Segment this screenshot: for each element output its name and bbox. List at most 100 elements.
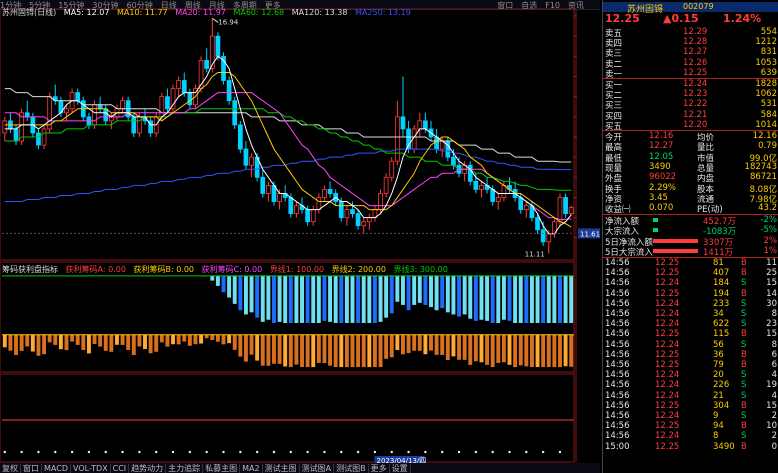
candle	[165, 88, 170, 113]
indicator-tab[interactable]: 更多	[368, 464, 390, 473]
flow-bar	[653, 238, 698, 243]
candle	[523, 201, 529, 218]
tick-volume: 194	[713, 288, 730, 299]
tick-volume: 304	[713, 400, 730, 411]
tick-count: 2	[771, 411, 777, 421]
tick-count: 4	[771, 370, 777, 381]
tick-time: 15:00	[605, 441, 630, 452]
indicator-tab[interactable]: 复权	[0, 464, 21, 473]
stat-value: 0.070	[649, 203, 674, 214]
indicator-tabs: 复权 窗口 MACD VOL-TDX CCI 趋势动力 主力追踪 私募主图 MA2 测试主图 测试图…	[0, 463, 600, 473]
indicator-legend: 筹码获利盘指标 获利筹码A: 0.00 获利筹码B: 0.00 获利筹码C: 0…	[2, 264, 453, 275]
order-volume: 554	[760, 27, 777, 37]
order-price: 12.27	[683, 47, 708, 58]
flow-bar	[653, 228, 658, 233]
order-volume: 1014	[755, 119, 777, 130]
order-price: 12.21	[683, 109, 708, 120]
stat-value: 86721	[749, 172, 777, 183]
tick-count: 15	[766, 278, 777, 289]
candle	[479, 181, 484, 198]
candle	[260, 169, 266, 198]
tick-time: 14:56	[605, 288, 630, 299]
tick-count: 0	[771, 441, 777, 452]
tick-direction: S	[741, 298, 747, 309]
tick-price: 12.24	[655, 298, 680, 309]
tick-count: 8	[771, 339, 777, 350]
tick-price: 12.25	[655, 400, 680, 411]
tick-volume: 36	[713, 349, 724, 360]
candle	[507, 177, 512, 194]
indicator-tab[interactable]: 私募主图	[203, 464, 241, 473]
stat-row: 收益㈠ 0.070 PE(动) 43.2	[603, 203, 778, 215]
order-price: 12.29	[683, 27, 708, 37]
stat-value: 2.29%	[649, 182, 677, 193]
candle	[170, 84, 176, 113]
indicator-tab[interactable]: 趋势动力	[129, 464, 167, 473]
order-price: 12.25	[683, 67, 708, 78]
indicator-v3: 获利筹码C: 0.00	[201, 265, 263, 274]
candle	[355, 209, 361, 230]
tick-price: 12.25	[655, 441, 680, 452]
tick-count: 6	[771, 360, 777, 370]
candle	[47, 92, 53, 133]
kline-chart-area[interactable]: 1分钟 5分钟 15分钟 30分钟 60分钟 日线 周线 月线 多周期 更多 窗口 自选 F10 资讯 1…	[0, 0, 600, 473]
tick-price: 12.24	[655, 278, 680, 289]
kline-chart[interactable]: 17.0016.5016.0015.5015.0014.5014.0013.50…	[0, 0, 600, 473]
tick-direction: S	[741, 431, 747, 442]
ma20-line	[4, 92, 572, 221]
indicator-tab[interactable]: VOL-TDX	[70, 464, 111, 473]
tick-volume: 184	[713, 278, 730, 289]
tick-time: 14:56	[605, 370, 630, 381]
candle	[148, 116, 153, 137]
tick-price: 12.24	[655, 411, 680, 421]
tick-count: 8	[771, 309, 777, 319]
tick-time: 14:56	[605, 400, 630, 411]
tick-volume: 226	[713, 380, 730, 391]
tick-volume: 34	[713, 309, 724, 319]
tick-price: 12.24	[655, 309, 680, 319]
flow-bar	[653, 218, 658, 222]
stat-value: 43.2	[758, 203, 777, 214]
tick-direction: B	[741, 441, 747, 452]
candle	[322, 185, 327, 202]
tick-volume: 20	[713, 370, 724, 381]
current-price-label: 11.61	[580, 230, 600, 238]
candle	[204, 48, 210, 73]
tick-time: 14:56	[605, 411, 630, 421]
tick-direction: B	[741, 329, 747, 340]
tick-count: 15	[766, 400, 777, 411]
candles	[2, 18, 574, 254]
ma60-label: MA60: 12.68	[233, 8, 285, 17]
indicator-tab[interactable]: 窗口	[21, 464, 42, 473]
indicator-tab[interactable]: 测试图A	[299, 464, 335, 473]
candle	[456, 157, 462, 178]
tick-price: 12.25	[655, 288, 680, 299]
candle	[226, 76, 232, 105]
candle	[428, 120, 434, 142]
tick-time: 14:56	[605, 380, 630, 391]
candle	[266, 181, 271, 202]
price-change-pct: 1.24%	[723, 12, 762, 25]
price-axis: 17.0016.5016.0015.5015.0014.5014.0013.50…	[574, 15, 577, 239]
tick-count: 15	[766, 329, 777, 340]
indicator-tab[interactable]: CCI	[110, 464, 130, 473]
tick-time: 14:56	[605, 298, 630, 309]
ma250-line	[4, 148, 572, 203]
indicator-tab[interactable]: MACD	[42, 464, 71, 473]
indicator-tab[interactable]: 测试主图	[262, 464, 300, 473]
indicator-tab[interactable]: 设置	[389, 464, 411, 473]
high-marker: 16.94	[218, 18, 239, 26]
indicator-tab[interactable]: 测试图B	[334, 464, 369, 473]
candle	[473, 173, 479, 194]
indicator-tab[interactable]: 主力追踪	[166, 464, 204, 473]
tick-time: 14:56	[605, 319, 630, 330]
indicator-tab[interactable]: MA2	[240, 464, 263, 473]
tick-count: 4	[771, 390, 777, 401]
candle	[383, 173, 389, 198]
tick-volume: 21	[713, 390, 724, 401]
quote-panel: 苏州固锝 002079 12.25 ▲0.15 1.24% 卖五 12.29 554…	[602, 0, 778, 473]
candle	[19, 108, 24, 146]
candle	[372, 205, 378, 222]
tick-volume: 94	[713, 421, 724, 432]
tick-price: 12.25	[655, 349, 680, 360]
